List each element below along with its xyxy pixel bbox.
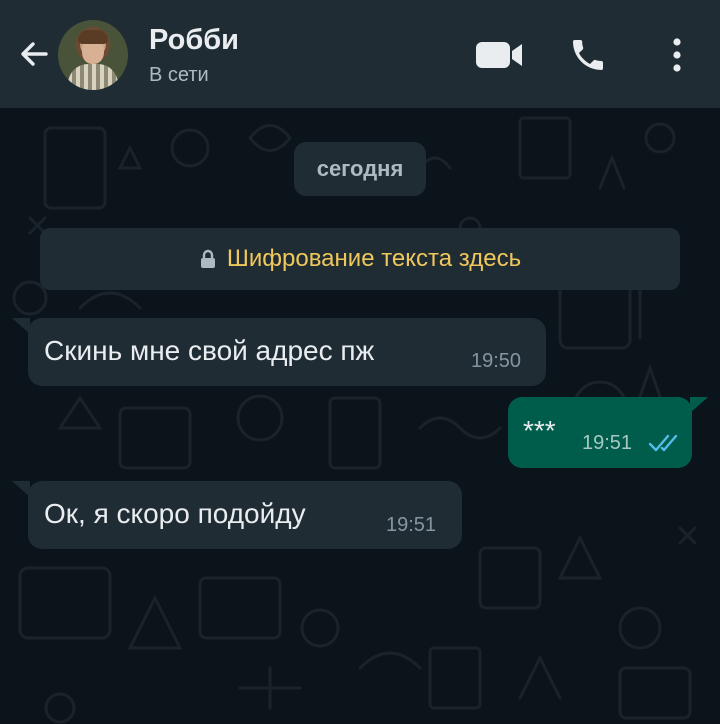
message-time: 19:51: [582, 432, 633, 454]
encryption-notice[interactable]: Шифрование текста здесь: [40, 228, 680, 290]
encryption-text: Шифрование текста здесь: [226, 245, 522, 272]
message-bubble-incoming[interactable]: Ок, я скоро подойду 19:51: [28, 481, 462, 549]
phone-icon: [573, 40, 603, 70]
message-time: 19:51: [386, 514, 437, 536]
voice-call-button[interactable]: [563, 30, 613, 80]
double-check-read-icon: [648, 434, 678, 452]
message-text: ***: [523, 415, 556, 446]
message-bubble-incoming[interactable]: Скинь мне свой адрес пж 19:50: [28, 318, 546, 386]
contact-status: В сети: [149, 64, 209, 86]
video-call-button[interactable]: [474, 30, 524, 80]
date-chip: сегодня: [294, 142, 426, 196]
message-time: 19:50: [471, 350, 522, 372]
contact-name[interactable]: Робби: [149, 24, 239, 57]
arrow-left-icon: [21, 42, 48, 66]
message-text: Ок, я скоро подойду: [44, 498, 306, 529]
lock-icon: [200, 249, 215, 268]
message-text: Скинь мне свой адрес пж: [44, 335, 375, 366]
avatar[interactable]: [58, 20, 128, 90]
back-button[interactable]: [14, 34, 54, 74]
video-camera-icon: [476, 42, 522, 68]
menu-button[interactable]: [652, 30, 702, 80]
message-bubble-outgoing[interactable]: *** 19:51: [508, 397, 692, 468]
more-vertical-icon: [673, 38, 681, 72]
bubble-tail: [690, 397, 708, 413]
chat-header: Робби В сети: [0, 0, 720, 108]
